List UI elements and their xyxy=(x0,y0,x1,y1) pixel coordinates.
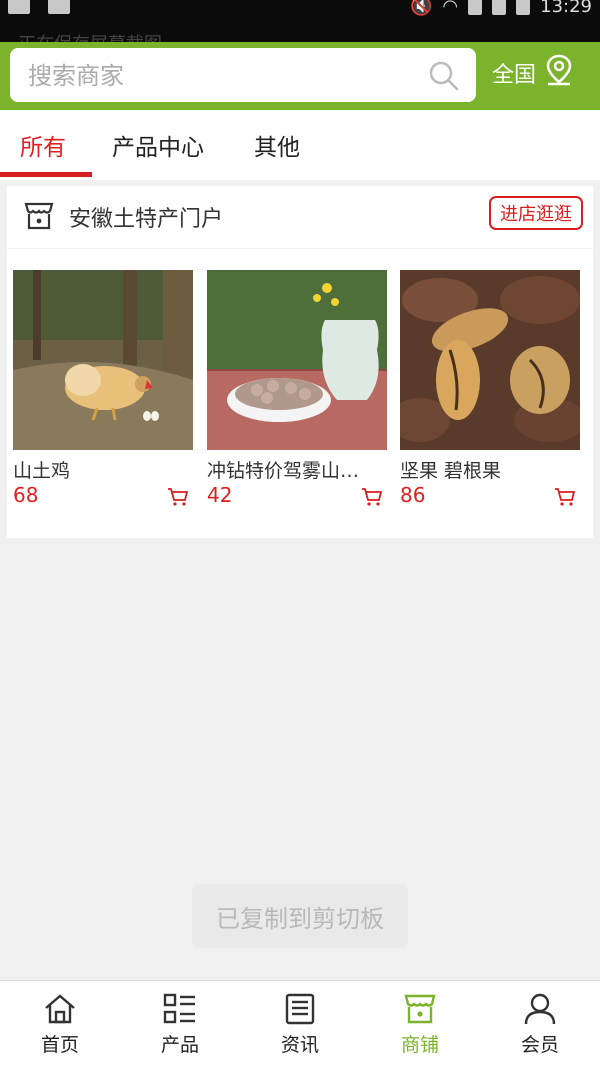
product-image-beans[interactable] xyxy=(207,270,387,450)
product-image-pecans[interactable] xyxy=(400,270,580,450)
location-pin-icon xyxy=(544,54,574,92)
shop-name: 安徽土特产门户 xyxy=(69,207,224,232)
product-name: 冲钻特价驾雾山… xyxy=(207,460,360,482)
cart-icon[interactable] xyxy=(167,487,189,511)
grid-list-icon xyxy=(163,992,197,1026)
store-icon xyxy=(23,200,55,236)
status-right-icons: 🔇 ◠ 13:29 xyxy=(410,0,592,17)
region-label: 全国 xyxy=(492,63,537,88)
nav-shops-label: 商铺 xyxy=(400,1034,439,1056)
signal-icon xyxy=(468,0,483,15)
nav-member-label: 会员 xyxy=(520,1034,559,1056)
battery-icon xyxy=(516,0,531,15)
product-price: 68 xyxy=(13,483,39,507)
nav-home[interactable]: 首页 xyxy=(0,981,120,1068)
product-item[interactable]: 坚果 碧根果 86 xyxy=(400,270,580,507)
status-bar: 正在保存屏幕截图... 🔇 ◠ 13:29 xyxy=(0,0,600,55)
home-icon xyxy=(43,992,77,1026)
nav-products[interactable]: 产品 xyxy=(120,981,240,1068)
product-name: 坚果 碧根果 xyxy=(400,460,502,482)
nav-news-label: 资讯 xyxy=(280,1034,319,1056)
wifi-icon: ◠ xyxy=(442,0,459,17)
shop-header[interactable]: 安徽土特产门户 进店逛逛 xyxy=(7,186,593,249)
screenshot-icon xyxy=(8,0,30,14)
product-item[interactable]: 山土鸡 68 xyxy=(13,270,193,507)
shop-card: 安徽土特产门户 进店逛逛 山土鸡 68 冲钻特价驾雾山… 42 坚果 碧根果 8… xyxy=(7,186,593,538)
tab-product-center[interactable]: 产品中心 xyxy=(112,128,204,162)
cart-icon[interactable] xyxy=(554,487,576,511)
product-image-chicken[interactable] xyxy=(13,270,193,450)
user-icon xyxy=(523,992,557,1026)
nav-member[interactable]: 会员 xyxy=(480,981,600,1068)
nav-news[interactable]: 资讯 xyxy=(240,981,360,1068)
visit-shop-button[interactable]: 进店逛逛 xyxy=(489,196,583,230)
news-icon xyxy=(283,992,317,1026)
product-item[interactable]: 冲钻特价驾雾山… 42 xyxy=(207,270,387,507)
cart-icon[interactable] xyxy=(361,487,383,511)
product-price: 86 xyxy=(400,483,426,507)
product-name: 山土鸡 xyxy=(13,460,71,482)
signal-icon-2 xyxy=(492,0,507,15)
category-tabs: 所有 产品中心 其他 xyxy=(0,110,600,180)
product-price: 42 xyxy=(207,483,233,507)
tab-other[interactable]: 其他 xyxy=(254,128,300,162)
active-tab-indicator xyxy=(0,172,92,177)
status-left-icons xyxy=(8,0,70,14)
nav-shops[interactable]: 商铺 xyxy=(360,981,480,1068)
search-icon[interactable] xyxy=(428,60,460,96)
mute-icon: 🔇 xyxy=(409,0,433,17)
store-icon xyxy=(403,992,437,1026)
notification-icon xyxy=(48,0,70,14)
search-input[interactable] xyxy=(26,56,410,96)
copied-toast: 已复制到剪切板 xyxy=(192,884,408,948)
region-selector[interactable]: 全国 xyxy=(492,54,574,92)
search-box[interactable] xyxy=(10,48,476,102)
nav-home-label: 首页 xyxy=(40,1034,79,1056)
tab-all[interactable]: 所有 xyxy=(20,128,66,162)
bottom-navigation: 首页 产品 资讯 商铺 会员 xyxy=(0,980,600,1068)
nav-products-label: 产品 xyxy=(160,1034,199,1056)
status-time: 13:29 xyxy=(540,0,592,17)
header-bar: 全国 xyxy=(0,42,600,110)
